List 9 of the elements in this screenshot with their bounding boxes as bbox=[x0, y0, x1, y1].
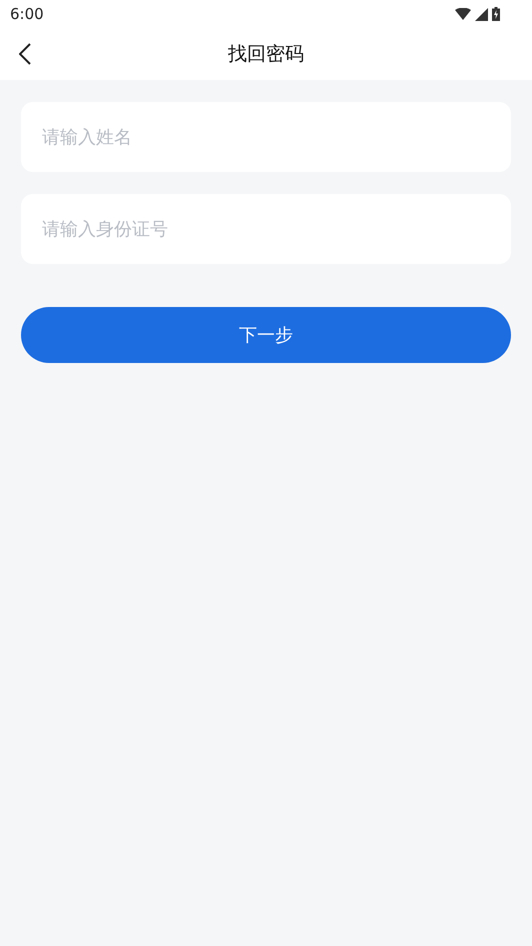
wifi-icon bbox=[455, 8, 471, 20]
input-field[interactable]: 请输入姓名 bbox=[21, 102, 511, 172]
next-button[interactable]: 下一步 bbox=[21, 307, 511, 363]
input-field[interactable]: 请输入身份证号 bbox=[21, 194, 511, 264]
status-time: 6:00 bbox=[10, 5, 44, 23]
battery-icon bbox=[492, 7, 500, 21]
page-title: 找回密码 bbox=[228, 42, 304, 67]
signal-icon bbox=[475, 8, 488, 20]
back-icon[interactable] bbox=[19, 43, 31, 65]
